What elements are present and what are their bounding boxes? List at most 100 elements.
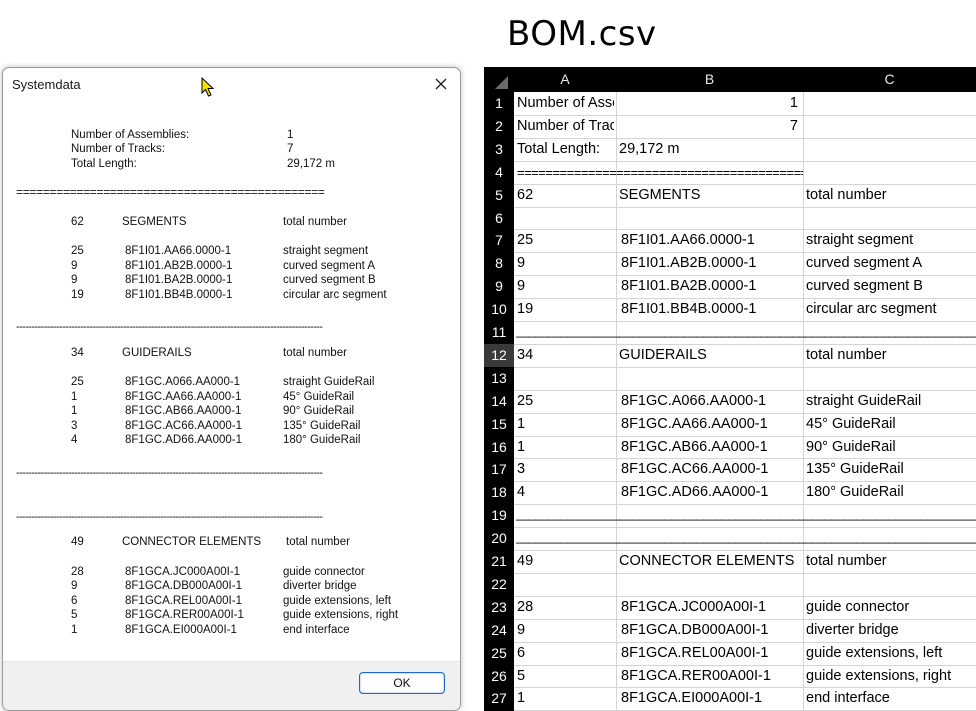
cell-c[interactable] bbox=[806, 92, 976, 115]
cell-a[interactable]: 1 bbox=[517, 687, 614, 710]
cell-a[interactable]: 34 bbox=[517, 344, 614, 367]
row-header[interactable]: 21 bbox=[484, 550, 514, 573]
cell-a[interactable]: 62 bbox=[517, 184, 614, 207]
row-header[interactable]: 17 bbox=[484, 458, 514, 481]
cell-a[interactable]: ========================================… bbox=[517, 161, 803, 184]
row-header[interactable]: 22 bbox=[484, 573, 514, 596]
select-all-corner[interactable] bbox=[484, 67, 511, 92]
cell-c[interactable] bbox=[806, 207, 976, 230]
row-header[interactable]: 2 bbox=[484, 115, 514, 138]
cell-c[interactable]: 45° GuideRail bbox=[806, 413, 976, 436]
cell-b[interactable]: GUIDERAILS bbox=[619, 344, 798, 367]
cell-b[interactable]: 29,172 m bbox=[619, 138, 798, 161]
cell-b[interactable]: 8F1GCA.EI000A00I-1 bbox=[621, 687, 800, 710]
cell-c[interactable] bbox=[806, 138, 976, 161]
cell-b[interactable]: 8F1GCA.RER00A00I-1 bbox=[621, 665, 800, 688]
cell-a[interactable]: 49 bbox=[517, 550, 614, 573]
cell-c[interactable]: total number bbox=[806, 344, 976, 367]
cell-b[interactable]: 8F1I01.BB4B.0000-1 bbox=[621, 298, 800, 321]
cell-b[interactable]: 1 bbox=[619, 92, 798, 115]
cell-b[interactable]: 8F1I01.AB2B.0000-1 bbox=[621, 252, 800, 275]
cell-b[interactable]: 8F1GC.AA66.AA000-1 bbox=[621, 413, 800, 436]
cell-a[interactable]: Number of Assemblies: bbox=[517, 92, 614, 115]
row-header[interactable]: 15 bbox=[484, 413, 514, 436]
cell-a[interactable] bbox=[517, 207, 614, 230]
cell-c[interactable] bbox=[806, 115, 976, 138]
spreadsheet-grid[interactable]: A B C 1Number of Assemblies:12Number of … bbox=[484, 67, 976, 711]
cell-c[interactable] bbox=[806, 573, 976, 596]
cell-a[interactable]: 19 bbox=[517, 298, 614, 321]
cell-c[interactable]: straight GuideRail bbox=[806, 390, 976, 413]
column-header-b[interactable]: B bbox=[616, 67, 803, 92]
row-header[interactable]: 8 bbox=[484, 252, 514, 275]
cell-a[interactable]: 9 bbox=[517, 619, 614, 642]
cell-c[interactable]: guide extensions, right bbox=[806, 665, 976, 688]
cell-a[interactable]: Total Length: bbox=[517, 138, 614, 161]
close-icon[interactable] bbox=[432, 75, 450, 93]
cell-c[interactable]: curved segment B bbox=[806, 275, 976, 298]
cell-c[interactable]: curved segment A bbox=[806, 252, 976, 275]
cell-c[interactable]: end interface bbox=[806, 687, 976, 710]
cell-a[interactable] bbox=[517, 573, 614, 596]
cell-a[interactable]: 1 bbox=[517, 413, 614, 436]
cell-a[interactable]: 3 bbox=[517, 458, 614, 481]
row-header[interactable]: 5 bbox=[484, 184, 514, 207]
ok-button[interactable]: OK bbox=[359, 672, 445, 694]
row-header[interactable]: 6 bbox=[484, 207, 514, 230]
cell-a[interactable]: 5 bbox=[517, 665, 614, 688]
cell-a[interactable]: 25 bbox=[517, 390, 614, 413]
row-header[interactable]: 1 bbox=[484, 92, 514, 115]
cell-b[interactable]: 8F1GC.A066.AA000-1 bbox=[621, 390, 800, 413]
row-header[interactable]: 20 bbox=[484, 527, 514, 550]
row-header[interactable]: 26 bbox=[484, 665, 514, 688]
row-header[interactable]: 9 bbox=[484, 275, 514, 298]
cell-c[interactable]: diverter bridge bbox=[806, 619, 976, 642]
row-header[interactable]: 14 bbox=[484, 390, 514, 413]
cell-b[interactable]: 8F1GC.AB66.AA000-1 bbox=[621, 436, 800, 459]
cell-b[interactable]: 8F1GCA.JC000A00I-1 bbox=[621, 596, 800, 619]
row-header[interactable]: 3 bbox=[484, 138, 514, 161]
cell-c[interactable]: total number bbox=[806, 184, 976, 207]
cell-a[interactable]: 6 bbox=[517, 642, 614, 665]
row-header[interactable]: 23 bbox=[484, 596, 514, 619]
cell-a[interactable]: 9 bbox=[517, 275, 614, 298]
row-header[interactable]: 16 bbox=[484, 436, 514, 459]
row-header[interactable]: 27 bbox=[484, 687, 514, 710]
cell-a[interactable]: 1 bbox=[517, 436, 614, 459]
cell-b[interactable]: 7 bbox=[619, 115, 798, 138]
cell-b[interactable]: 8F1I01.BA2B.0000-1 bbox=[621, 275, 800, 298]
row-header[interactable]: 4 bbox=[484, 161, 514, 184]
cell-c[interactable]: 180° GuideRail bbox=[806, 481, 976, 504]
cell-a[interactable]: 25 bbox=[517, 229, 614, 252]
cell-b[interactable] bbox=[619, 367, 798, 390]
row-header[interactable]: 25 bbox=[484, 642, 514, 665]
row-header[interactable]: 18 bbox=[484, 481, 514, 504]
cell-b[interactable]: SEGMENTS bbox=[619, 184, 798, 207]
cell-b[interactable]: 8F1I01.AA66.0000-1 bbox=[621, 229, 800, 252]
cell-b[interactable] bbox=[619, 573, 798, 596]
cell-b[interactable] bbox=[619, 207, 798, 230]
cell-a[interactable]: 4 bbox=[517, 481, 614, 504]
cell-a[interactable]: 28 bbox=[517, 596, 614, 619]
row-header[interactable]: 7 bbox=[484, 229, 514, 252]
column-header-a[interactable]: A bbox=[514, 67, 616, 92]
row-header[interactable]: 24 bbox=[484, 619, 514, 642]
row-header[interactable]: 10 bbox=[484, 298, 514, 321]
cell-a[interactable] bbox=[517, 367, 614, 390]
cell-c[interactable]: total number bbox=[806, 550, 976, 573]
row-header[interactable]: 11 bbox=[484, 321, 514, 344]
cell-a[interactable]: 9 bbox=[517, 252, 614, 275]
cell-c[interactable]: 90° GuideRail bbox=[806, 436, 976, 459]
cell-a[interactable]: Number of Tracks: bbox=[517, 115, 614, 138]
cell-b[interactable]: 8F1GC.AC66.AA000-1 bbox=[621, 458, 800, 481]
column-header-c[interactable]: C bbox=[803, 67, 976, 92]
cell-c[interactable]: guide extensions, left bbox=[806, 642, 976, 665]
cell-b[interactable]: CONNECTOR ELEMENTS bbox=[619, 550, 798, 573]
dialog-titlebar[interactable]: Systemdata bbox=[3, 68, 460, 100]
cell-c[interactable]: 135° GuideRail bbox=[806, 458, 976, 481]
row-header[interactable]: 12 bbox=[484, 343, 514, 367]
cell-b[interactable]: 8F1GCA.REL00A00I-1 bbox=[621, 642, 800, 665]
cell-c[interactable]: guide connector bbox=[806, 596, 976, 619]
cell-c[interactable]: straight segment bbox=[806, 229, 976, 252]
cell-b[interactable]: 8F1GC.AD66.AA000-1 bbox=[621, 481, 800, 504]
